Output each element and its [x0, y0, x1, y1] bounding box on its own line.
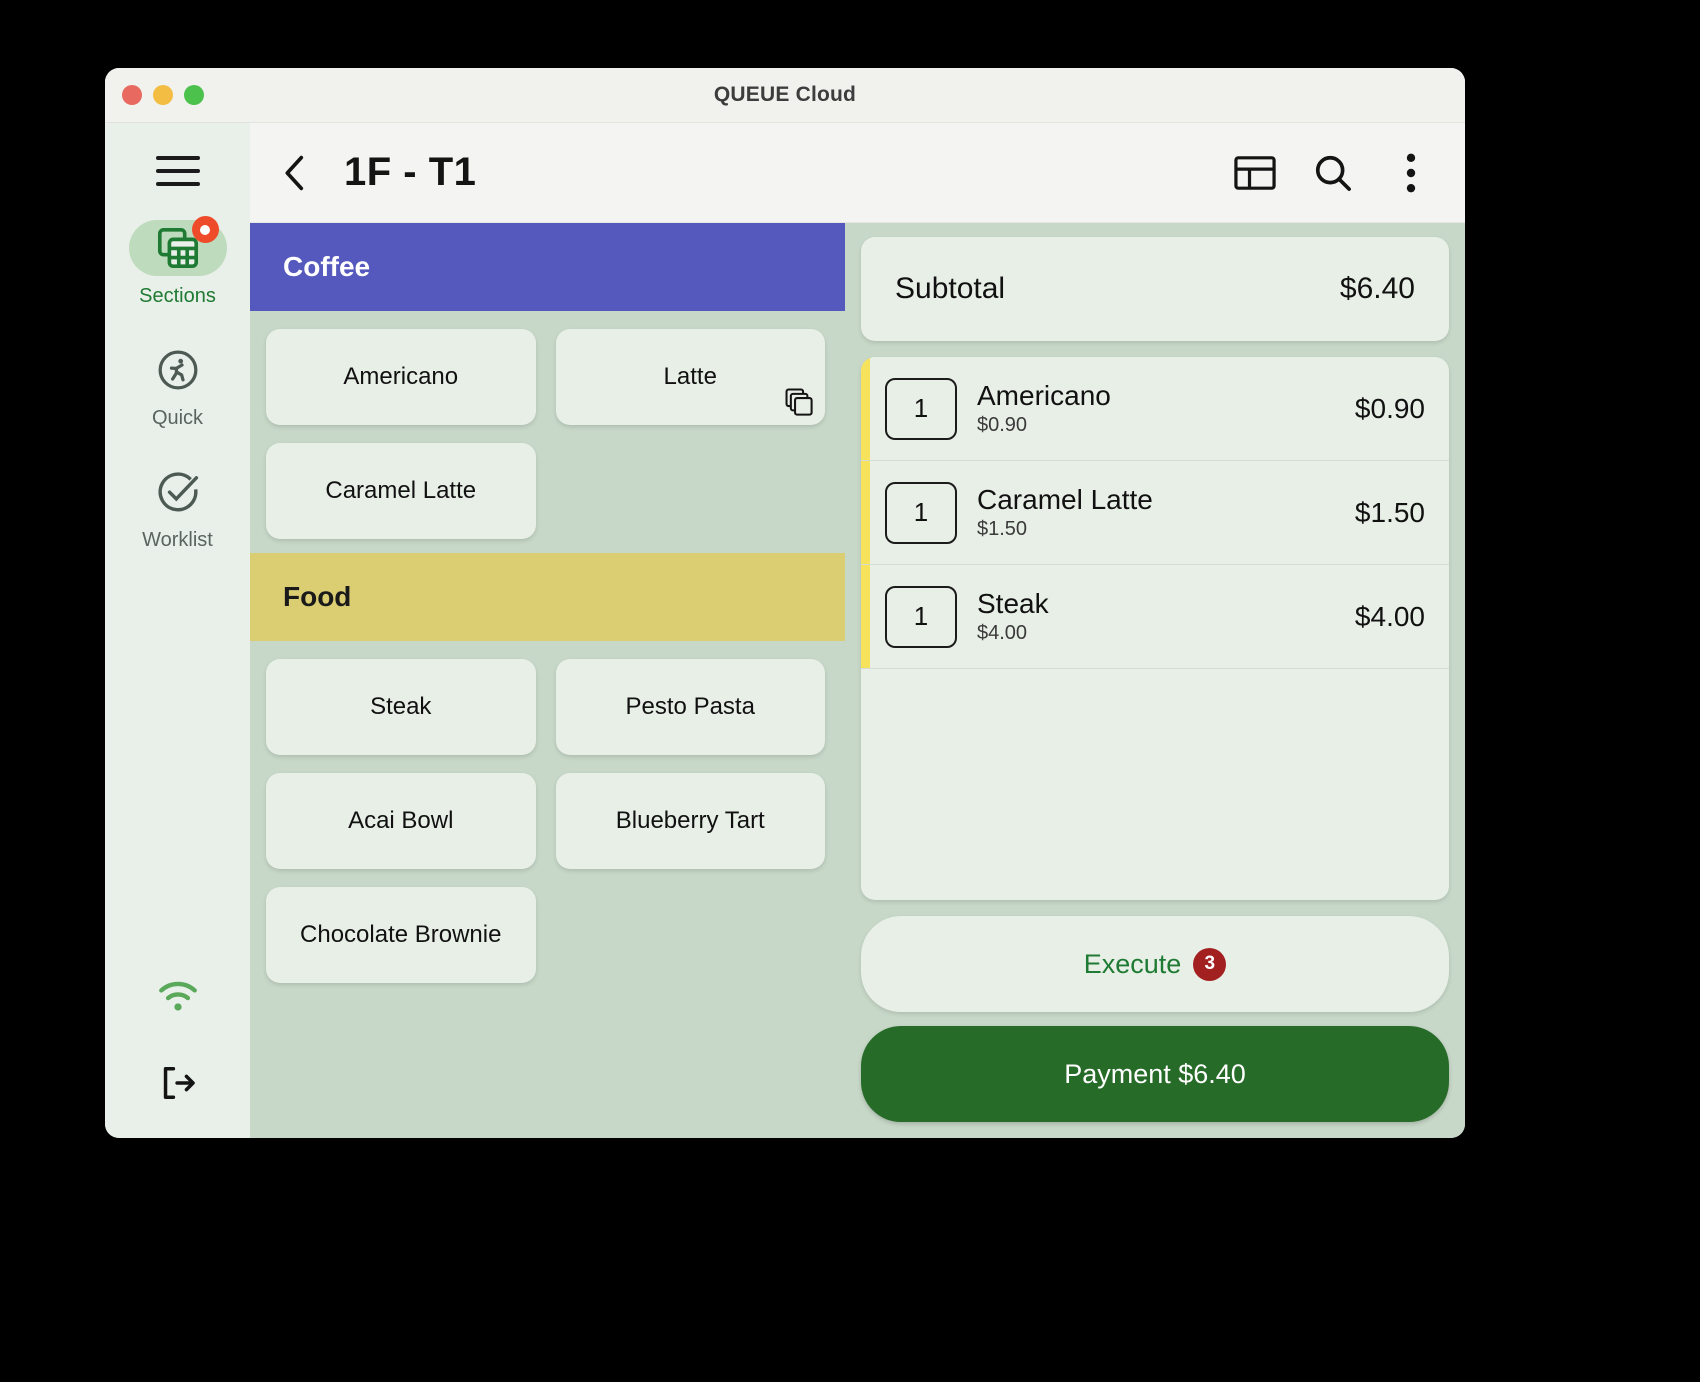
category-name-coffee: Coffee — [283, 251, 371, 282]
product-tile-americano[interactable]: Americano — [266, 329, 536, 425]
wifi-icon — [154, 976, 202, 1019]
window-title: QUEUE Cloud — [713, 83, 857, 106]
payment-button[interactable]: Payment $6.40 — [861, 1026, 1449, 1122]
product-tile-acai-bowl[interactable]: Acai Bowl — [266, 773, 536, 869]
quantity-stepper[interactable]: 1 — [885, 377, 957, 440]
category-name-food: Food — [283, 581, 352, 612]
order-panel: Subtotal $6.40 1 Americano $0.90 $0.90 1… — [845, 223, 1465, 1138]
chevron-left-icon[interactable] — [272, 150, 318, 196]
search-icon[interactable] — [1307, 147, 1359, 199]
product-label: Blueberry Tart — [615, 807, 765, 834]
order-item-unit-price: $0.90 — [977, 413, 1028, 436]
product-label: Americano — [343, 363, 459, 390]
execute-label: Execute — [1083, 948, 1182, 979]
execute-count-badge: 3 — [1193, 947, 1227, 981]
sidebar-item-sections[interactable]: Sections — [105, 216, 250, 308]
main-area: 1F - T1 Coffee Americano Latte Caramel L… — [250, 123, 1465, 1138]
check-circle-icon — [129, 464, 227, 520]
product-label: Steak — [370, 693, 432, 720]
product-tile-steak[interactable]: Steak — [266, 659, 536, 755]
category-header-coffee[interactable]: Coffee — [250, 223, 845, 311]
catalog-panel: Coffee Americano Latte Caramel Latte Foo… — [250, 223, 845, 1138]
category-tiles-food: Steak Pesto Pasta Acai Bowl Blueberry Ta… — [250, 641, 845, 997]
order-item-unit-price: $4.00 — [977, 621, 1028, 644]
screen-header: 1F - T1 — [250, 123, 1465, 223]
sidebar-item-label-worklist: Worklist — [142, 529, 213, 551]
category-header-food[interactable]: Food — [250, 553, 845, 641]
order-item-line-total: $4.00 — [1354, 600, 1425, 632]
order-item-line-total: $1.50 — [1354, 496, 1425, 528]
payment-label: Payment $6.40 — [1064, 1058, 1246, 1089]
product-label: Chocolate Brownie — [300, 921, 502, 948]
order-row-texts: Steak $4.00 — [977, 588, 1355, 644]
variants-copies-icon — [785, 388, 813, 416]
sidebar-item-label-quick: Quick — [151, 407, 204, 429]
hamburger-icon[interactable] — [155, 156, 200, 186]
quantity-stepper[interactable]: 1 — [885, 585, 957, 648]
product-tile-latte[interactable]: Latte — [555, 329, 825, 425]
sidebar-bottom-actions — [105, 976, 250, 1138]
product-tile-chocolate-brownie[interactable]: Chocolate Brownie — [266, 887, 536, 983]
subtotal-value: $6.40 — [1339, 272, 1415, 305]
order-row-texts: Caramel Latte $1.50 — [977, 484, 1355, 540]
order-item-name: Caramel Latte — [977, 484, 1153, 516]
order-row-accent — [861, 565, 870, 668]
execute-button[interactable]: Execute 3 — [861, 916, 1449, 1012]
content-split: Coffee Americano Latte Caramel Latte Foo… — [250, 223, 1465, 1138]
product-tile-blueberry-tart[interactable]: Blueberry Tart — [555, 773, 825, 869]
order-row[interactable]: 1 Steak $4.00 $4.00 — [861, 565, 1449, 669]
product-label: Latte — [663, 363, 717, 390]
quantity-stepper[interactable]: 1 — [885, 481, 957, 544]
order-item-name: Americano — [977, 380, 1111, 412]
order-items-list: 1 Americano $0.90 $0.90 1 Caramel Latte … — [861, 357, 1449, 900]
product-label: Caramel Latte — [325, 477, 477, 504]
left-sidebar: Sections Quick Worklist — [105, 123, 250, 1138]
sidebar-item-quick[interactable]: Quick — [105, 342, 250, 430]
product-label: Acai Bowl — [348, 807, 454, 834]
category-tiles-coffee: Americano Latte Caramel Latte — [250, 311, 845, 553]
sidebar-item-worklist[interactable]: Worklist — [105, 464, 250, 552]
running-person-icon — [129, 342, 227, 398]
order-row-texts: Americano $0.90 — [977, 380, 1355, 436]
sidebar-item-label-sections: Sections — [139, 285, 216, 307]
product-label: Pesto Pasta — [625, 693, 755, 720]
order-item-unit-price: $1.50 — [977, 517, 1028, 540]
sections-notification-badge — [191, 216, 219, 243]
page-title: 1F - T1 — [344, 150, 477, 194]
window-titlebar: QUEUE Cloud — [105, 68, 1465, 123]
app-window: QUEUE Cloud Sections Quick Worklist 1F -… — [105, 68, 1465, 1138]
subtotal-card: Subtotal $6.40 — [861, 237, 1449, 341]
more-vertical-icon[interactable] — [1385, 147, 1437, 199]
order-row[interactable]: 1 Caramel Latte $1.50 $1.50 — [861, 461, 1449, 565]
product-tile-caramel-latte[interactable]: Caramel Latte — [266, 443, 536, 539]
order-row-accent — [861, 357, 870, 460]
order-row[interactable]: 1 Americano $0.90 $0.90 — [861, 357, 1449, 461]
order-item-line-total: $0.90 — [1354, 392, 1425, 424]
subtotal-label: Subtotal — [895, 272, 1006, 305]
product-tile-pesto-pasta[interactable]: Pesto Pasta — [555, 659, 825, 755]
order-row-accent — [861, 461, 870, 564]
layout-split-icon[interactable] — [1229, 147, 1281, 199]
window-body: Sections Quick Worklist 1F - T1 Coffee A… — [105, 123, 1465, 1138]
logout-icon[interactable] — [156, 1061, 200, 1110]
order-item-name: Steak — [977, 588, 1049, 620]
